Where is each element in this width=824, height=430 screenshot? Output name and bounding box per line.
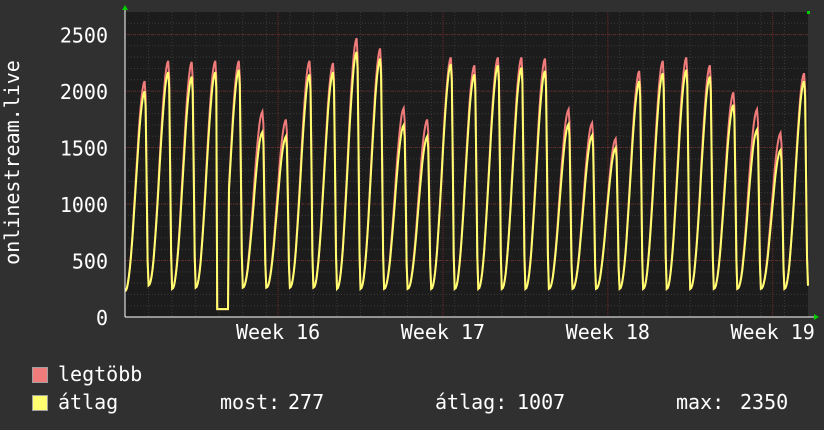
legend-item-max: legtöbb xyxy=(32,362,332,386)
stat-current-value: 277 xyxy=(288,390,325,414)
y-tick-label: 2500 xyxy=(60,24,108,48)
x-axis-arrow xyxy=(814,314,819,320)
x-tick-label: Week 17 xyxy=(401,320,485,344)
y-tick-label: 1500 xyxy=(60,137,108,161)
chart-svg: 0 500 1000 1500 2000 2500 Week 16 Week 17 Week 1… xyxy=(0,5,819,344)
legend-label-avg: átlag xyxy=(58,390,119,414)
x-tick-label: Week 18 xyxy=(566,320,650,344)
chart-container: 0 500 1000 1500 2000 2500 Week 16 Week 17 Week 1… xyxy=(0,0,824,430)
y-axis-arrow xyxy=(122,5,128,10)
y-tick-label: 1000 xyxy=(60,193,108,217)
y-tick-label: 2000 xyxy=(60,80,108,104)
legend-label-max: legtöbb xyxy=(58,362,143,386)
y-tick-label: 500 xyxy=(72,250,108,274)
stat-average-value: 1007 xyxy=(517,390,566,414)
corner-marker xyxy=(807,11,810,14)
legend-swatch-max xyxy=(32,367,48,383)
y-tick-label: 0 xyxy=(96,306,108,330)
stat-current-label: most: xyxy=(220,390,281,414)
x-tick-label: Week 19 xyxy=(731,320,815,344)
x-tick-label: Week 16 xyxy=(236,320,320,344)
legend-item-avg: átlag most: 277 átlag: 1007 max: 2350 xyxy=(32,390,812,414)
stat-average-label: átlag: xyxy=(435,390,508,414)
y-axis-title: onlinestream.live xyxy=(0,60,24,265)
stat-max-value: 2350 xyxy=(740,390,789,414)
legend-swatch-avg xyxy=(32,395,48,411)
stat-max-label: max: xyxy=(676,390,725,414)
